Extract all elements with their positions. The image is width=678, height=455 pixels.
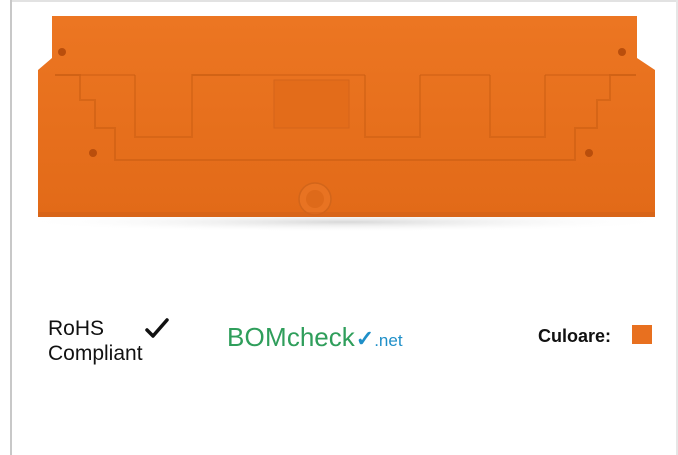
check-icon: [145, 318, 169, 338]
bomcheck-tick-icon: ✓: [355, 326, 375, 351]
compliant-label: Compliant: [48, 342, 143, 365]
hole-top-left: [58, 48, 66, 56]
end-plate-product-photo: [15, 16, 675, 232]
rohs-label: RoHS: [48, 317, 105, 340]
color-swatch: [632, 325, 652, 344]
product-image: [0, 0, 678, 240]
hole-mid-right: [585, 149, 593, 157]
logo-emboss: [273, 79, 350, 129]
bomcheck-net-text: .net: [374, 331, 403, 350]
bomcheck-check-text: check: [286, 322, 355, 352]
rohs-compliant-badge: RoHS Compliant: [48, 317, 188, 373]
bomcheck-logo: BOMcheck✓.net: [227, 321, 403, 353]
plate-bottom-edge: [38, 212, 655, 217]
hole-mid-left: [89, 149, 97, 157]
bomcheck-bom-text: BOM: [227, 322, 287, 352]
center-boss-inner: [306, 190, 324, 208]
hole-top-right: [618, 48, 626, 56]
color-label: Culoare:: [538, 326, 612, 346]
